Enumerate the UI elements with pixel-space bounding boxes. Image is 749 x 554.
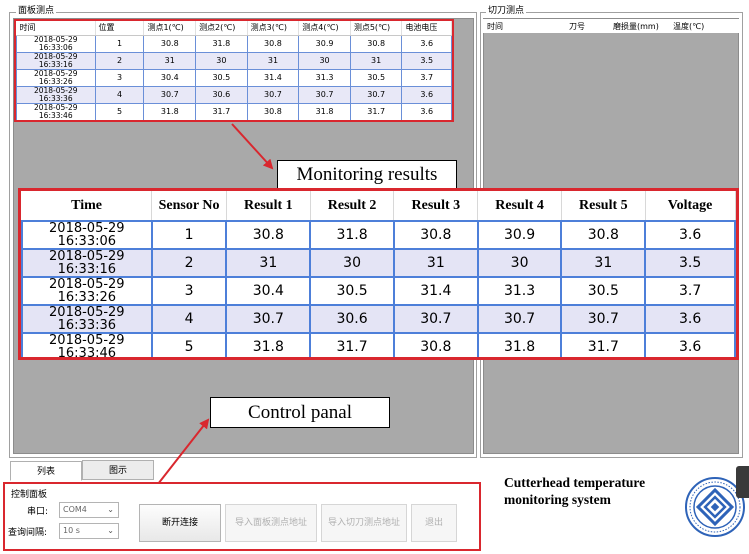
- chevron-down-icon: ⌄: [107, 526, 114, 535]
- control-panel-title: 控制面板: [11, 490, 48, 500]
- col-header-result5: Result 5: [561, 191, 646, 221]
- exit-button[interactable]: 退出: [411, 504, 457, 542]
- cell: 30.4: [225, 276, 312, 306]
- cell: 30.5: [560, 276, 647, 306]
- import-cutter-address-button[interactable]: 导入切刀测点地址: [321, 504, 407, 542]
- system-title-line1: Cutterhead temperature: [504, 475, 646, 490]
- cell: 30.7: [225, 304, 312, 334]
- cell-time: 2018-05-29 16:33:06: [21, 220, 153, 250]
- cell: 31: [225, 248, 312, 278]
- col-header-result4: Result 4: [477, 191, 562, 221]
- import-panel-address-button[interactable]: 导入面板测点地址: [225, 504, 317, 542]
- cell: 30.8: [560, 220, 647, 250]
- cell: 31.8: [225, 332, 312, 357]
- cell: 30.7: [392, 304, 479, 334]
- cell: 31.7: [560, 332, 647, 357]
- cell: 30.8: [225, 220, 312, 250]
- table-row: 2018-05-29 16:33:46 5 31.8 31.7 30.8 31.…: [21, 332, 736, 357]
- cell-time: 2018-05-29 16:33:16: [21, 248, 153, 278]
- cell: 30.6: [309, 304, 395, 334]
- port-value: COM4: [63, 505, 87, 514]
- cell: 3: [150, 276, 228, 306]
- window-edge-tab: [736, 466, 749, 498]
- cell: 1: [150, 220, 228, 250]
- system-title: Cutterhead temperature monitoring system: [504, 474, 645, 508]
- control-panel-callout: Control panal: [210, 397, 390, 428]
- col-header-sensor-no: Sensor No: [151, 191, 227, 221]
- table-row: 2018-05-29 16:33:06 1 30.8 31.8 30.8 30.…: [21, 220, 736, 250]
- col-header-time: Time: [22, 191, 153, 221]
- col-header-voltage: Voltage: [645, 191, 736, 221]
- monitoring-results-table: Time Sensor No Result 1 Result 2 Result …: [18, 188, 739, 360]
- cell: 4: [150, 304, 228, 334]
- control-panel: 控制面板 串口: COM4 ⌄ 查询间隔: 10 s ⌄ 断开连接 导入面板测点…: [3, 482, 481, 551]
- interval-select[interactable]: 10 s ⌄: [59, 523, 119, 539]
- cell: 3.6: [644, 220, 736, 250]
- chevron-down-icon: ⌄: [107, 505, 114, 514]
- results-header-row: Time Sensor No Result 1 Result 2 Result …: [22, 191, 736, 221]
- system-title-line2: monitoring system: [504, 492, 611, 507]
- arrow-to-control: [157, 418, 210, 485]
- interval-label: 查询间隔:: [8, 528, 48, 538]
- cell: 31: [392, 248, 479, 278]
- monitoring-results-callout: Monitoring results: [277, 160, 457, 190]
- cell: 3.6: [644, 304, 736, 334]
- cell: 30.7: [476, 304, 563, 334]
- cell: 30.5: [309, 276, 395, 306]
- cell: 31: [560, 248, 647, 278]
- interval-value: 10 s: [63, 526, 80, 535]
- col-header-result1: Result 1: [226, 191, 311, 221]
- cell: 31.3: [476, 276, 563, 306]
- cell: 3.5: [644, 248, 736, 278]
- col-header-result3: Result 3: [393, 191, 479, 221]
- cell: 31.8: [476, 332, 563, 357]
- table-row: 2018-05-29 16:33:26 3 30.4 30.5 31.4 31.…: [21, 276, 736, 306]
- tab-chart[interactable]: 图示: [82, 460, 154, 480]
- cell-time: 2018-05-29 16:33:36: [21, 304, 153, 334]
- cell: 3.7: [644, 276, 736, 306]
- cell: 30: [476, 248, 563, 278]
- cell: 5: [150, 332, 228, 357]
- col-header-result2: Result 2: [310, 191, 395, 221]
- cell: 3.6: [644, 332, 736, 357]
- cell-time: 2018-05-29 16:33:26: [21, 276, 153, 306]
- cell: 31.4: [392, 276, 479, 306]
- port-label: 串口:: [27, 507, 49, 517]
- table-row: 2018-05-29 16:33:16 2 31 30 31 30 31 3.5: [21, 248, 736, 278]
- cell: 30.8: [392, 332, 479, 357]
- disconnect-button[interactable]: 断开连接: [139, 504, 221, 542]
- port-select[interactable]: COM4 ⌄: [59, 502, 119, 518]
- monitoring-results-grid: Time Sensor No Result 1 Result 2 Result …: [21, 191, 736, 357]
- cell: 30.9: [476, 220, 563, 250]
- cell-time: 2018-05-29 16:33:46: [21, 332, 153, 357]
- table-row: 2018-05-29 16:33:36 4 30.7 30.6 30.7 30.…: [21, 304, 736, 334]
- cell: 2: [150, 248, 228, 278]
- cell: 31.7: [309, 332, 395, 357]
- cell: 30: [309, 248, 395, 278]
- tab-list[interactable]: 列表: [10, 461, 82, 481]
- cell: 30.7: [560, 304, 647, 334]
- cell: 31.8: [309, 220, 395, 250]
- arrow-to-monitoring: [231, 123, 274, 170]
- cell: 30.8: [392, 220, 479, 250]
